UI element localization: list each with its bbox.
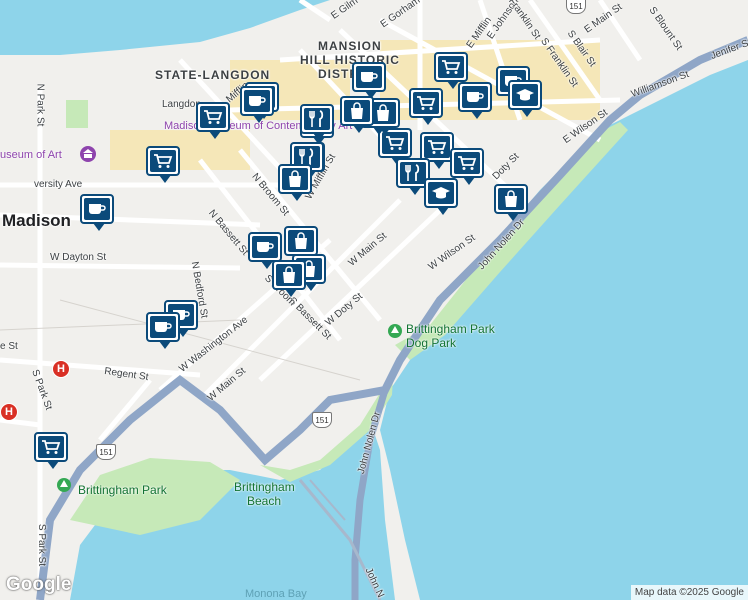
lake-mendota: [0, 0, 330, 55]
shopping-icon: [276, 264, 302, 286]
shopping-icon: [288, 230, 314, 252]
grocery-icon: [413, 92, 439, 114]
hospital-icon[interactable]: H: [52, 360, 70, 378]
district-label-state-langdon: STATE-LANGDON: [155, 68, 271, 82]
cafe-icon: [150, 316, 176, 338]
grocery-icon: [150, 150, 176, 172]
grocery-marker[interactable]: [34, 432, 68, 469]
grocery-icon: [454, 152, 480, 174]
city-label: Madison: [2, 211, 71, 230]
cafe-icon: [356, 66, 382, 88]
poi-label-brittingham-beach[interactable]: Brittingham Beach: [234, 480, 295, 508]
school-icon: [512, 84, 538, 106]
grocery-marker[interactable]: [434, 52, 468, 89]
shopping-marker[interactable]: [278, 164, 312, 201]
grocery-marker[interactable]: [450, 148, 484, 185]
hospital-icon[interactable]: H: [0, 403, 18, 421]
cafe-marker[interactable]: [240, 86, 274, 123]
street-label: N Park St: [34, 83, 46, 127]
poi-label-dog-park[interactable]: Brittingham Park Dog Park: [406, 322, 506, 350]
street-label: S Park St: [36, 523, 48, 567]
cafe-marker[interactable]: [458, 82, 492, 119]
school-icon: [428, 182, 454, 204]
district-label-mansion: MANSION: [318, 39, 382, 53]
route-shield: 151: [566, 0, 586, 14]
street-label: versity Ave: [34, 179, 83, 190]
cafe-icon: [462, 86, 488, 108]
restaurant-marker[interactable]: [300, 104, 334, 141]
shopping-marker[interactable]: [272, 260, 306, 297]
shopping-marker[interactable]: [284, 226, 318, 263]
grocery-marker[interactable]: [146, 146, 180, 183]
museum-icon[interactable]: [80, 146, 96, 162]
cafe-marker[interactable]: [80, 194, 114, 231]
water-label-monona-bay: Monona Bay: [245, 588, 307, 600]
shopping-icon: [344, 100, 370, 122]
shopping-marker[interactable]: [340, 96, 374, 133]
grocery-icon: [424, 136, 450, 158]
cafe-marker[interactable]: [352, 62, 386, 99]
park-icon[interactable]: [388, 324, 402, 340]
map-canvas[interactable]: Madison MANSION HILL HISTORIC DISTR STAT…: [0, 0, 748, 600]
route-shield: 151: [96, 444, 116, 460]
shopping-icon: [282, 168, 308, 190]
grocery-icon: [382, 132, 408, 154]
shopping-icon: [498, 188, 524, 210]
cafe-marker[interactable]: [248, 232, 282, 269]
route-shield: 151: [312, 412, 332, 428]
restaurant-icon: [400, 162, 426, 184]
street-label: W Dayton St: [50, 252, 107, 263]
map-attribution[interactable]: Map data ©2025 Google: [630, 585, 748, 600]
grocery-marker[interactable]: [196, 102, 230, 139]
square-park: [66, 100, 88, 128]
school-marker[interactable]: [424, 178, 458, 215]
restaurant-icon: [304, 108, 330, 130]
grocery-icon: [200, 106, 226, 128]
grocery-marker[interactable]: [409, 88, 443, 125]
shopping-marker[interactable]: [494, 184, 528, 221]
google-logo[interactable]: Google: [6, 574, 71, 596]
cafe-marker[interactable]: [146, 312, 180, 349]
cafe-icon: [244, 90, 270, 112]
poi-label-brittingham-park[interactable]: Brittingham Park: [78, 483, 167, 497]
school-marker[interactable]: [508, 80, 542, 117]
street-label: e St: [0, 341, 18, 352]
park-icon[interactable]: [57, 478, 71, 494]
cafe-icon: [84, 198, 110, 220]
grocery-icon: [438, 56, 464, 78]
poi-label-art-museum[interactable]: useum of Art: [0, 149, 62, 161]
cafe-icon: [252, 236, 278, 258]
grocery-icon: [38, 436, 64, 458]
